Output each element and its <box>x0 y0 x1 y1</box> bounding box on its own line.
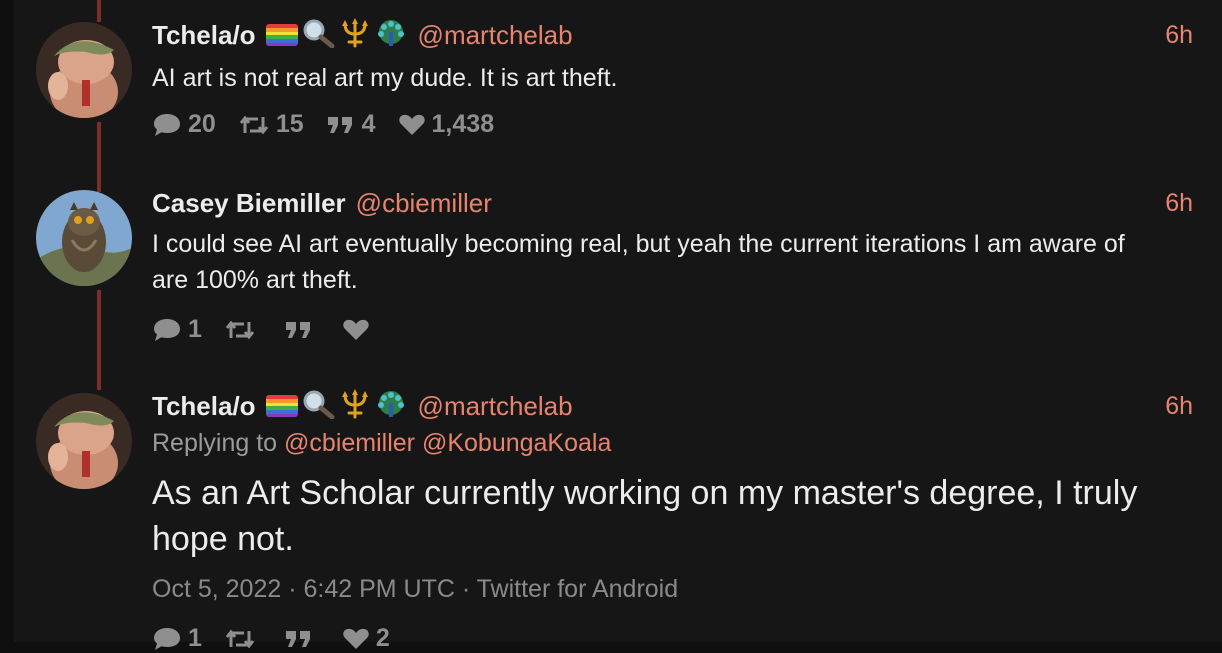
reply-stat[interactable]: 20 <box>152 110 216 139</box>
rainbow-flag-icon <box>265 24 298 46</box>
like-count: 2 <box>375 624 390 652</box>
quote-stat[interactable]: 4 <box>326 110 376 139</box>
avatar[interactable] <box>36 190 132 286</box>
retweet-stat[interactable] <box>224 318 262 342</box>
reply-count: 1 <box>188 315 202 343</box>
quote-icon <box>285 630 310 647</box>
retweet-icon <box>239 115 268 134</box>
trident-icon <box>338 17 372 53</box>
avatar[interactable] <box>36 22 132 118</box>
reply-icon <box>154 318 180 341</box>
timestamp-link[interactable]: 6h <box>1165 392 1193 421</box>
quote-stat[interactable] <box>284 318 320 342</box>
tweet-header: Tchela/o @martchelab <box>152 388 573 424</box>
replying-to: Replying to @cbiemiller @KobungaKoala <box>152 429 611 458</box>
tweet-text: AI art is not real art my dude. It is ar… <box>152 64 618 92</box>
username-link[interactable]: @martchelab <box>418 20 573 51</box>
quote-icon <box>327 116 352 133</box>
heart-icon <box>343 628 369 649</box>
trident-icon <box>338 388 372 424</box>
rainbow-flag-icon <box>265 395 298 417</box>
reply-count: 20 <box>188 110 216 138</box>
replying-prefix: Replying to <box>152 429 278 457</box>
reply-stat[interactable]: 1 <box>152 315 202 344</box>
like-stat[interactable]: 1,438 <box>398 110 495 139</box>
quote-icon <box>285 321 310 338</box>
heart-icon <box>343 319 369 340</box>
tweet-stats: 1 2 <box>152 624 412 653</box>
display-name[interactable]: Tchela/o <box>152 20 256 51</box>
mention-link[interactable]: @cbiemiller <box>284 429 415 457</box>
like-stat[interactable]: 2 <box>342 624 390 653</box>
thread-line <box>97 122 101 192</box>
tweet-text: As an Art Scholar currently working on m… <box>152 474 1138 558</box>
username-link[interactable]: @cbiemiller <box>356 188 492 219</box>
heart-icon <box>398 114 425 135</box>
retweet-count: 15 <box>275 110 304 138</box>
tweet-header: Casey Biemiller @cbiemiller <box>152 185 492 221</box>
timestamp-link[interactable]: 6h <box>1165 21 1193 50</box>
magnifying-glass-icon <box>300 389 336 424</box>
timeline-panel: Tchela/o @martchelab 6h AI art is not re… <box>14 0 1222 652</box>
name-emojis <box>265 388 408 424</box>
tweet-text: I could see AI art eventually becoming r… <box>152 230 1125 294</box>
quote-stat[interactable] <box>284 627 320 651</box>
mention-link[interactable]: @KobungaKoala <box>422 429 611 457</box>
retweet-stat[interactable] <box>224 627 262 651</box>
tweet-published-meta[interactable]: Oct 5, 2022 · 6:42 PM UTC · Twitter for … <box>152 575 678 604</box>
thread-line <box>97 0 101 22</box>
retweet-icon <box>225 320 255 339</box>
peacock-icon <box>374 389 408 424</box>
name-emojis <box>265 17 408 53</box>
peacock-icon <box>374 18 408 53</box>
display-name[interactable]: Tchela/o <box>152 391 256 422</box>
username-link[interactable]: @martchelab <box>418 391 573 422</box>
display-name[interactable]: Casey Biemiller <box>152 188 346 219</box>
retweet-icon <box>225 629 255 648</box>
retweet-stat[interactable]: 15 <box>238 110 304 139</box>
thread-line <box>97 290 101 390</box>
tweet-stats: 20 15 4 1,438 <box>152 110 516 139</box>
reply-stat[interactable]: 1 <box>152 624 202 653</box>
quote-count: 4 <box>361 110 376 138</box>
avatar[interactable] <box>36 393 132 489</box>
reply-icon <box>154 627 180 650</box>
like-stat[interactable] <box>342 318 376 342</box>
timestamp-link[interactable]: 6h <box>1165 189 1193 218</box>
reply-count: 1 <box>188 624 202 652</box>
magnifying-glass-icon <box>300 18 336 53</box>
reply-icon <box>154 113 180 136</box>
like-count: 1,438 <box>431 110 495 138</box>
tweet-stats: 1 <box>152 315 398 344</box>
tweet-header: Tchela/o @martchelab <box>152 17 573 53</box>
